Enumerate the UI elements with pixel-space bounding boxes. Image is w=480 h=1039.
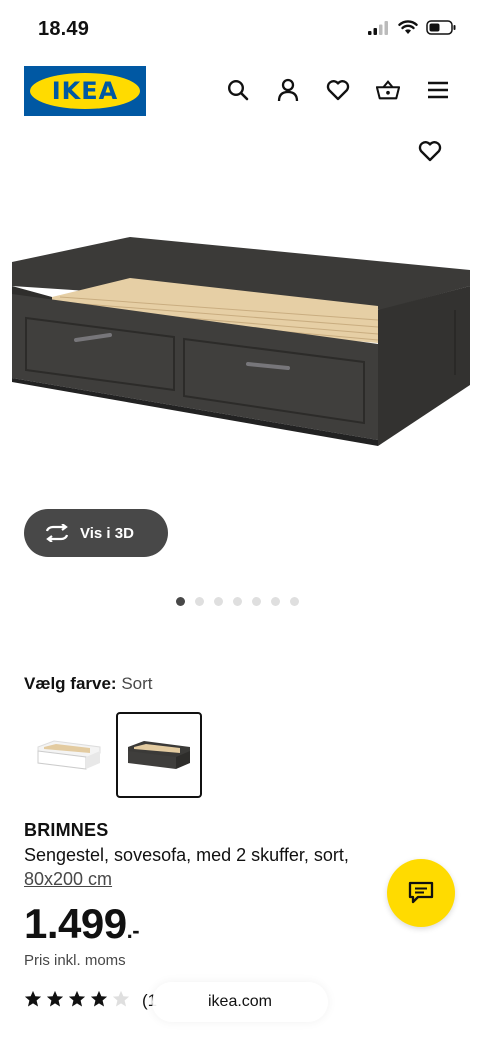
- menu-icon[interactable]: [426, 78, 450, 102]
- wifi-icon: [398, 20, 418, 34]
- ikea-logo[interactable]: IKEA: [24, 66, 146, 116]
- price-note: Pris inkl. moms: [24, 952, 126, 969]
- user-icon[interactable]: [276, 78, 300, 102]
- status-icons: [368, 20, 456, 35]
- heart-icon[interactable]: [326, 78, 350, 102]
- favorite-heart-icon[interactable]: [418, 140, 442, 164]
- star-icon: [46, 990, 64, 1007]
- browser-url: ikea.com: [207, 993, 273, 1010]
- status-bar: 18.49: [0, 0, 480, 56]
- carousel-dot[interactable]: [214, 597, 223, 606]
- header-icons: [226, 78, 450, 102]
- product-image[interactable]: [0, 200, 480, 510]
- rotate-3d-icon: [45, 524, 69, 542]
- star-icon: [112, 990, 130, 1007]
- product-description: Sengestel, sovesofa, med 2 skuffer, sort…: [24, 845, 349, 865]
- search-icon[interactable]: [226, 78, 250, 102]
- view-3d-button[interactable]: Vis i 3D: [24, 509, 168, 557]
- swatch-white[interactable]: [26, 712, 112, 798]
- star-icon: [90, 990, 108, 1007]
- carousel-dot[interactable]: [233, 597, 242, 606]
- carousel-dot[interactable]: [195, 597, 204, 606]
- star-icon: [68, 990, 86, 1007]
- price-suffix: .-: [126, 918, 140, 943]
- color-value: Sort: [121, 674, 153, 693]
- star-icon: [24, 990, 42, 1007]
- basket-icon[interactable]: [376, 78, 400, 102]
- status-time: 18.49: [38, 18, 90, 40]
- color-label-text: Vælg farve:: [24, 674, 117, 693]
- product-price: 1.499.-: [24, 900, 140, 948]
- carousel-dot[interactable]: [252, 597, 261, 606]
- rating-stars[interactable]: [24, 990, 130, 1008]
- logo-text: IKEA: [51, 77, 119, 105]
- product-name: BRIMNES: [24, 820, 109, 840]
- chat-icon: [408, 881, 434, 904]
- price-value: 1.499: [24, 900, 127, 947]
- chat-button[interactable]: [387, 859, 455, 927]
- color-label: Vælg farve: Sort: [24, 674, 153, 694]
- signal-icon: [368, 20, 388, 35]
- swatch-black[interactable]: [116, 712, 202, 798]
- product-size-link[interactable]: 80x200 cm: [24, 869, 112, 890]
- header: IKEA: [0, 66, 480, 118]
- carousel-dot[interactable]: [271, 597, 280, 606]
- battery-icon: [426, 20, 456, 35]
- view-3d-label: Vis i 3D: [80, 524, 134, 542]
- browser-url-bar[interactable]: ikea.com: [152, 982, 328, 1022]
- carousel-dot[interactable]: [176, 597, 185, 606]
- carousel-dots: [176, 597, 299, 606]
- carousel-dot[interactable]: [290, 597, 299, 606]
